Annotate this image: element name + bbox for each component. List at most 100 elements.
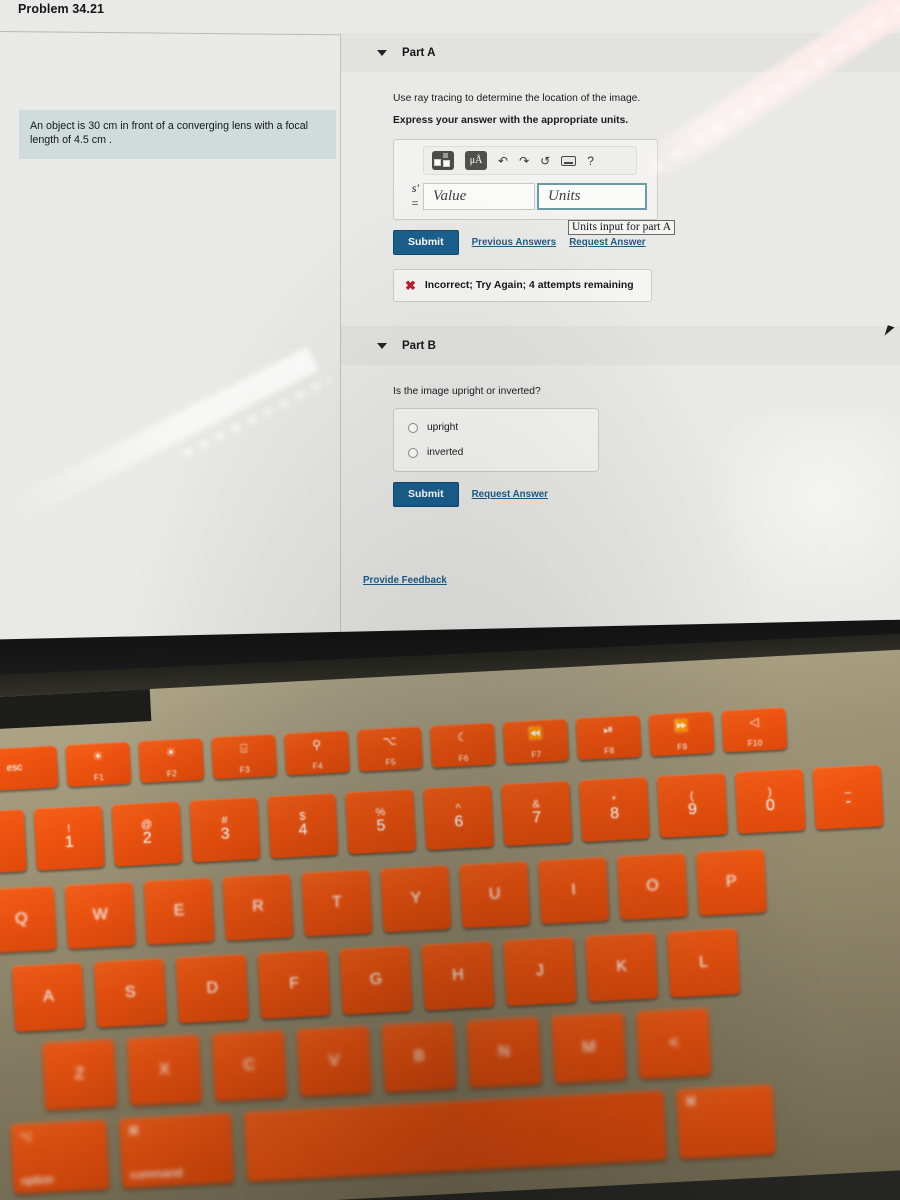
redo-icon[interactable]: ↷ — [519, 155, 529, 167]
key-F6[interactable]: ☾ F6 — [429, 722, 496, 768]
key-Y[interactable]: Y — [380, 865, 452, 933]
key-F9[interactable]: ⏩ F9 — [648, 711, 715, 757]
key-4[interactable]: $4 — [267, 792, 339, 859]
radio-option-upright[interactable]: upright — [408, 422, 584, 433]
key-fn-label: F6 — [458, 753, 469, 764]
option-icon: ⌥ — [18, 1129, 33, 1144]
key-esc[interactable]: esc — [0, 745, 59, 792]
key-command[interactable]: ⌘ command — [118, 1112, 235, 1189]
key-C[interactable]: C — [211, 1029, 288, 1102]
key-O[interactable]: O — [616, 852, 689, 921]
key-V[interactable]: V — [296, 1025, 372, 1098]
key-X[interactable]: X — [126, 1034, 203, 1107]
key-I[interactable]: I — [538, 856, 610, 925]
key-H[interactable]: H — [421, 940, 495, 1011]
units-input[interactable]: Units — [537, 182, 647, 210]
radio-icon[interactable] — [408, 447, 418, 458]
chevron-down-icon[interactable] — [377, 342, 387, 349]
part-a-request-answer-link[interactable]: Request Answer — [569, 237, 645, 248]
key-F3[interactable]: ⌸ F3 — [211, 733, 278, 780]
key-label: 9 — [687, 801, 698, 819]
key-command-right[interactable]: ⌘ — [676, 1084, 776, 1160]
key-M[interactable]: M — [551, 1012, 627, 1084]
radio-icon[interactable] — [408, 422, 418, 433]
key-6[interactable]: ^ 6 — [423, 784, 495, 851]
key-7[interactable]: & 7 — [500, 780, 573, 847]
key-label: B — [413, 1047, 425, 1065]
key-shift-label: ! — [66, 822, 71, 835]
value-input[interactable]: Value — [423, 182, 535, 210]
screen-glare-bottom-left — [4, 347, 319, 525]
key-G[interactable]: G — [339, 945, 413, 1015]
key-F10[interactable]: ◁ F10 — [721, 707, 788, 753]
part-a-prompt: Use ray tracing to determine the locatio… — [393, 93, 641, 104]
part-b-request-answer-link[interactable]: Request Answer — [472, 489, 548, 500]
key-Q[interactable]: Q — [0, 885, 58, 954]
choice-label: upright — [427, 422, 459, 433]
undo-icon[interactable]: ↶ — [498, 155, 508, 167]
part-b-body: Is the image upright or inverted? uprigh… — [341, 386, 900, 507]
key-L[interactable]: L — [666, 928, 741, 998]
part-a-submit-button[interactable]: Submit — [393, 230, 459, 255]
key-label: M — [581, 1038, 596, 1056]
reset-icon[interactable]: ↺ — [540, 155, 550, 167]
key-A[interactable]: A — [11, 962, 86, 1032]
key-0[interactable]: ) 0 — [734, 768, 806, 834]
chevron-down-icon[interactable] — [377, 49, 387, 56]
key-1[interactable]: ! 1 — [33, 805, 105, 871]
key-E[interactable]: E — [143, 877, 215, 945]
math-template-icon[interactable] — [432, 151, 454, 170]
key--[interactable]: _ - — [812, 764, 884, 830]
incorrect-x-icon: ✖ — [405, 278, 416, 293]
key-J[interactable]: J — [503, 936, 577, 1007]
key-shift-label: @ — [140, 818, 153, 831]
part-b-submit-button[interactable]: Submit — [393, 482, 459, 507]
key-F8[interactable]: ⏯ F8 — [575, 714, 642, 761]
key-3[interactable]: #3 — [189, 796, 261, 863]
key-P[interactable]: P — [695, 848, 768, 916]
part-b-header[interactable]: Part B — [341, 326, 900, 365]
key-9[interactable]: (9 — [656, 772, 728, 838]
key-D[interactable]: D — [175, 953, 249, 1024]
key-W[interactable]: W — [64, 881, 136, 950]
key-U[interactable]: U — [459, 860, 531, 929]
key-F[interactable]: F — [257, 949, 331, 1020]
key-8[interactable]: * 8 — [578, 776, 651, 843]
key-shift-label: _ — [844, 781, 852, 795]
key-F1[interactable]: ☀ F1 — [65, 741, 132, 787]
key-N[interactable]: N — [466, 1016, 542, 1089]
key-F7[interactable]: ⏪ F7 — [502, 718, 569, 764]
choice-label: inverted — [427, 447, 464, 458]
key-<[interactable]: < — [636, 1007, 712, 1080]
key-label: 6 — [454, 813, 464, 832]
radio-option-inverted[interactable]: inverted — [408, 447, 584, 458]
key-`[interactable]: ~` — [0, 809, 27, 875]
key-fn-label: F5 — [385, 757, 396, 768]
part-a-previous-answers-link[interactable]: Previous Answers — [472, 237, 557, 248]
part-a-label: Part A — [402, 46, 436, 59]
key-F4[interactable]: ⚲ F4 — [284, 730, 351, 776]
part-a-header[interactable]: Part A — [341, 33, 900, 72]
brightness-down-icon: ☀ — [92, 748, 104, 764]
key-fn-label: F4 — [312, 761, 324, 771]
keyboard-icon[interactable] — [561, 155, 577, 166]
provide-feedback-link[interactable]: Provide Feedback — [363, 575, 447, 586]
key-2[interactable]: @2 — [111, 801, 183, 867]
help-icon[interactable]: ? — [587, 155, 594, 167]
key-F2[interactable]: ☀ F2 — [138, 737, 205, 784]
key-option[interactable]: ⌥ option — [10, 1119, 110, 1195]
key-R[interactable]: R — [222, 873, 294, 941]
key-K[interactable]: K — [585, 932, 659, 1002]
key-S[interactable]: S — [93, 958, 168, 1028]
key-T[interactable]: T — [301, 869, 373, 937]
key-label: E — [173, 901, 185, 920]
key-B[interactable]: B — [381, 1020, 457, 1093]
key-spacebar[interactable] — [243, 1090, 667, 1182]
units-input-tooltip: Units input for part A — [568, 220, 676, 235]
units-mu-angstrom-icon[interactable]: μÅ — [465, 151, 487, 170]
key-5[interactable]: % 5 — [345, 788, 417, 855]
part-b-prompt: Is the image upright or inverted? — [393, 386, 541, 397]
key-label: Q — [14, 909, 29, 928]
key-F5[interactable]: ⌥ F5 — [356, 726, 424, 772]
key-Z[interactable]: Z — [41, 1038, 118, 1111]
